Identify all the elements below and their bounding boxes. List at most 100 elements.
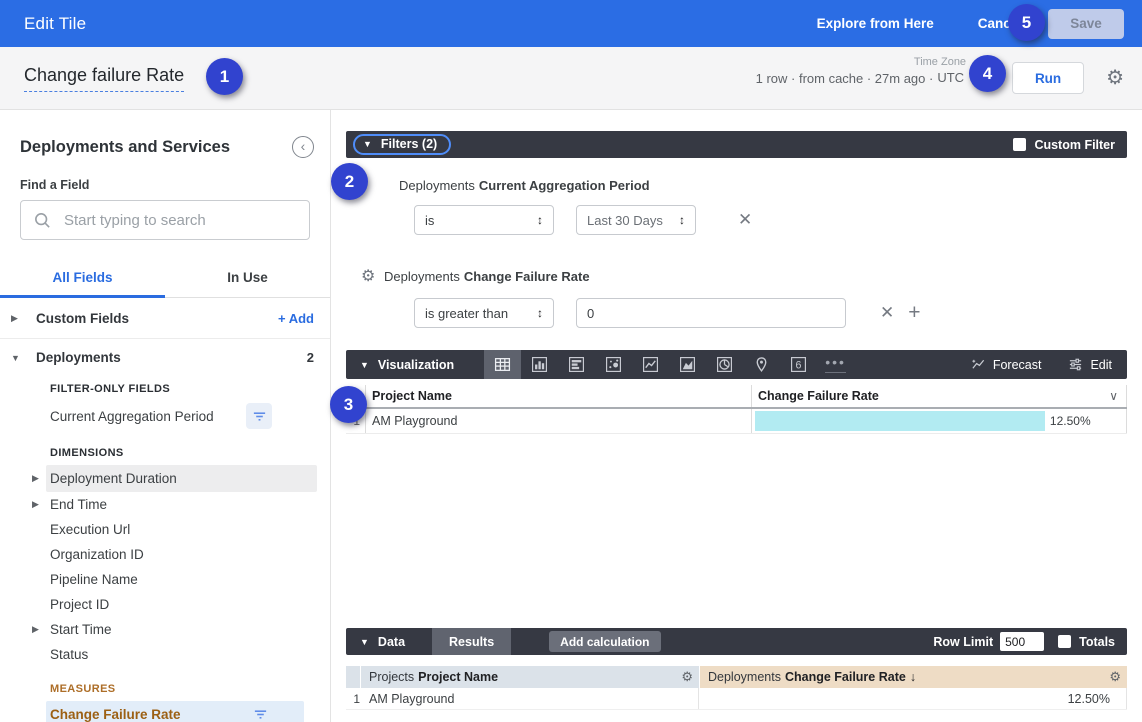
visualization-table: Project Name Change Failure Rate ∨ 1 AM … [346, 385, 1127, 434]
collapse-caret-icon[interactable]: ▼ [360, 360, 369, 370]
viz-column-header-change-failure-rate[interactable]: Change Failure Rate ∨ [751, 385, 1127, 407]
custom-fields-label: Custom Fields [36, 311, 278, 326]
viz-type-line-chart-icon[interactable] [632, 350, 669, 379]
find-a-field-label: Find a Field [20, 178, 330, 192]
active-filter-icon[interactable] [253, 707, 268, 722]
select-arrows-icon: ↕ [537, 213, 543, 227]
field-search-box[interactable] [20, 200, 310, 240]
add-filter-icon[interactable]: + [908, 301, 920, 325]
viz-type-column-chart-icon[interactable] [521, 350, 558, 379]
timezone-indicator: Time Zone UTC [937, 69, 964, 87]
field-search-input[interactable] [64, 212, 297, 229]
viz-type-bar-chart-icon[interactable] [558, 350, 595, 379]
viz-type-pie-chart-icon[interactable] [706, 350, 743, 379]
results-data-table: Projects Project Name ⚙ Deployments Chan… [346, 666, 1127, 710]
totals-toggle[interactable]: Totals [1058, 635, 1115, 649]
collapse-sidebar-icon[interactable]: ‹ [292, 136, 314, 158]
sidebar-item-start-time[interactable]: ▶ Start Time [0, 617, 330, 642]
cell-change-failure-rate: 12.50% [699, 688, 1127, 709]
row-limit-input[interactable] [1000, 632, 1044, 651]
tile-title[interactable]: Change failure Rate [24, 65, 184, 92]
viz-type-picker: 6 ••• [484, 350, 854, 379]
filter-value-input[interactable] [576, 298, 846, 328]
expand-caret-icon[interactable]: ▶ [11, 313, 21, 324]
window-title: Edit Tile [24, 14, 86, 34]
tab-in-use[interactable]: In Use [165, 264, 330, 297]
collapse-caret-icon[interactable]: ▼ [360, 637, 369, 647]
active-filter-icon[interactable] [246, 403, 272, 429]
run-button[interactable]: Run [1012, 62, 1084, 94]
tab-all-fields[interactable]: All Fields [0, 264, 165, 297]
totals-checkbox[interactable] [1058, 635, 1071, 648]
remove-filter-icon[interactable]: ✕ [738, 210, 752, 230]
viz-type-table-icon[interactable] [484, 350, 521, 379]
sidebar-item-organization-id[interactable]: Organization ID [0, 542, 330, 567]
select-arrows-icon: ↕ [679, 213, 685, 227]
viz-type-scatter-icon[interactable] [595, 350, 632, 379]
search-icon [33, 211, 52, 230]
sidebar-item-status[interactable]: Status [0, 642, 330, 667]
sidebar-item-execution-url[interactable]: Execution Url [0, 517, 330, 542]
field-tabs: All Fields In Use [0, 264, 330, 298]
sidebar-item-change-failure-rate[interactable]: Change Failure Rate [0, 701, 330, 722]
viz-table-header: Project Name Change Failure Rate ∨ [346, 385, 1127, 409]
data-column-header-change-failure-rate[interactable]: Deployments Change Failure Rate ↓ ⚙ [700, 666, 1127, 688]
viz-type-single-value-icon[interactable]: 6 [780, 350, 817, 379]
sidebar-item-end-time[interactable]: ▶ End Time [0, 492, 330, 517]
explore-from-here-link[interactable]: Explore from Here [817, 16, 934, 31]
sidebar-item-pipeline-name[interactable]: Pipeline Name [0, 567, 330, 592]
filter-operator-select[interactable]: is greater than ↕ [414, 298, 554, 328]
collapse-caret-icon: ▼ [363, 139, 372, 149]
viz-type-more-icon[interactable]: ••• [817, 350, 854, 379]
results-tab[interactable]: Results [432, 628, 511, 655]
viz-type-map-icon[interactable] [743, 350, 780, 379]
timezone-value: UTC [937, 70, 964, 85]
filter-settings-gear-icon[interactable]: ⚙ [346, 266, 384, 286]
explore-name: Deployments and Services [20, 138, 230, 157]
add-calculation-button[interactable]: Add calculation [549, 631, 660, 652]
annotation-badge-3: 3 [330, 386, 367, 423]
deployments-group-row[interactable]: ▼ Deployments 2 [0, 341, 330, 374]
data-section-bar: ▼ Data Results Add calculation Row Limit… [346, 628, 1127, 655]
row-number: 1 [346, 692, 360, 706]
custom-fields-row[interactable]: ▶ Custom Fields + Add [0, 298, 330, 339]
row-number-gutter [346, 666, 360, 688]
measures-header: MEASURES [0, 677, 330, 701]
data-table-row[interactable]: 1 AM Playground 12.50% [346, 688, 1127, 710]
data-column-header-project-name[interactable]: Projects Project Name ⚙ [361, 666, 699, 688]
filter-value-select[interactable]: Last 30 Days ↕ [576, 205, 696, 235]
cell-project-name: AM Playground [360, 688, 699, 709]
sort-descending-icon[interactable]: ↓ [910, 670, 916, 684]
value-bar [755, 411, 1045, 431]
save-button[interactable]: Save [1048, 9, 1124, 39]
custom-filter-toggle[interactable]: Custom Filter [1013, 138, 1115, 152]
annotation-badge-1: 1 [206, 58, 243, 95]
column-gear-icon[interactable]: ⚙ [1109, 669, 1121, 685]
explore-main-area: ▼ Filters (2) Custom Filter Deployments … [331, 110, 1142, 722]
filter-row-label: Deployments Current Aggregation Period [346, 178, 1127, 193]
collapse-caret-icon[interactable]: ▼ [11, 353, 21, 363]
filter-operator-select[interactable]: is ↕ [414, 205, 554, 235]
custom-filter-checkbox[interactable] [1013, 138, 1026, 151]
remove-filter-icon[interactable]: ✕ [880, 303, 894, 323]
add-custom-field-button[interactable]: + Add [278, 311, 314, 326]
edit-viz-button[interactable]: Edit [1068, 357, 1112, 372]
query-settings-gear-icon[interactable]: ⚙ [1106, 68, 1124, 88]
column-gear-icon[interactable]: ⚙ [681, 669, 693, 685]
viz-table-row[interactable]: 1 AM Playground 12.50% [346, 409, 1127, 434]
cell-change-failure-rate: 12.50% [754, 409, 1126, 433]
chevron-down-icon[interactable]: ∨ [1109, 389, 1118, 403]
forecast-button[interactable]: Forecast [971, 357, 1042, 372]
sidebar-item-deployment-duration[interactable]: ▶ Deployment Duration [0, 465, 330, 492]
viz-type-area-chart-icon[interactable] [669, 350, 706, 379]
filters-toggle[interactable]: ▼ Filters (2) [353, 134, 451, 155]
timezone-label: Time Zone [914, 56, 966, 68]
filter-only-fields-header: FILTER-ONLY FIELDS [0, 377, 330, 401]
sidebar-item-current-aggregation-period[interactable]: Current Aggregation Period [0, 401, 330, 431]
sidebar-item-project-id[interactable]: Project ID [0, 592, 330, 617]
filters-section-bar: ▼ Filters (2) Custom Filter [346, 131, 1127, 158]
annotation-badge-5: 5 [1008, 4, 1045, 41]
viz-column-header-project-name[interactable]: Project Name [366, 389, 751, 403]
top-app-bar: Edit Tile Explore from Here Cancel Save [0, 0, 1142, 47]
visualization-section-bar: ▼ Visualization [346, 350, 1127, 379]
